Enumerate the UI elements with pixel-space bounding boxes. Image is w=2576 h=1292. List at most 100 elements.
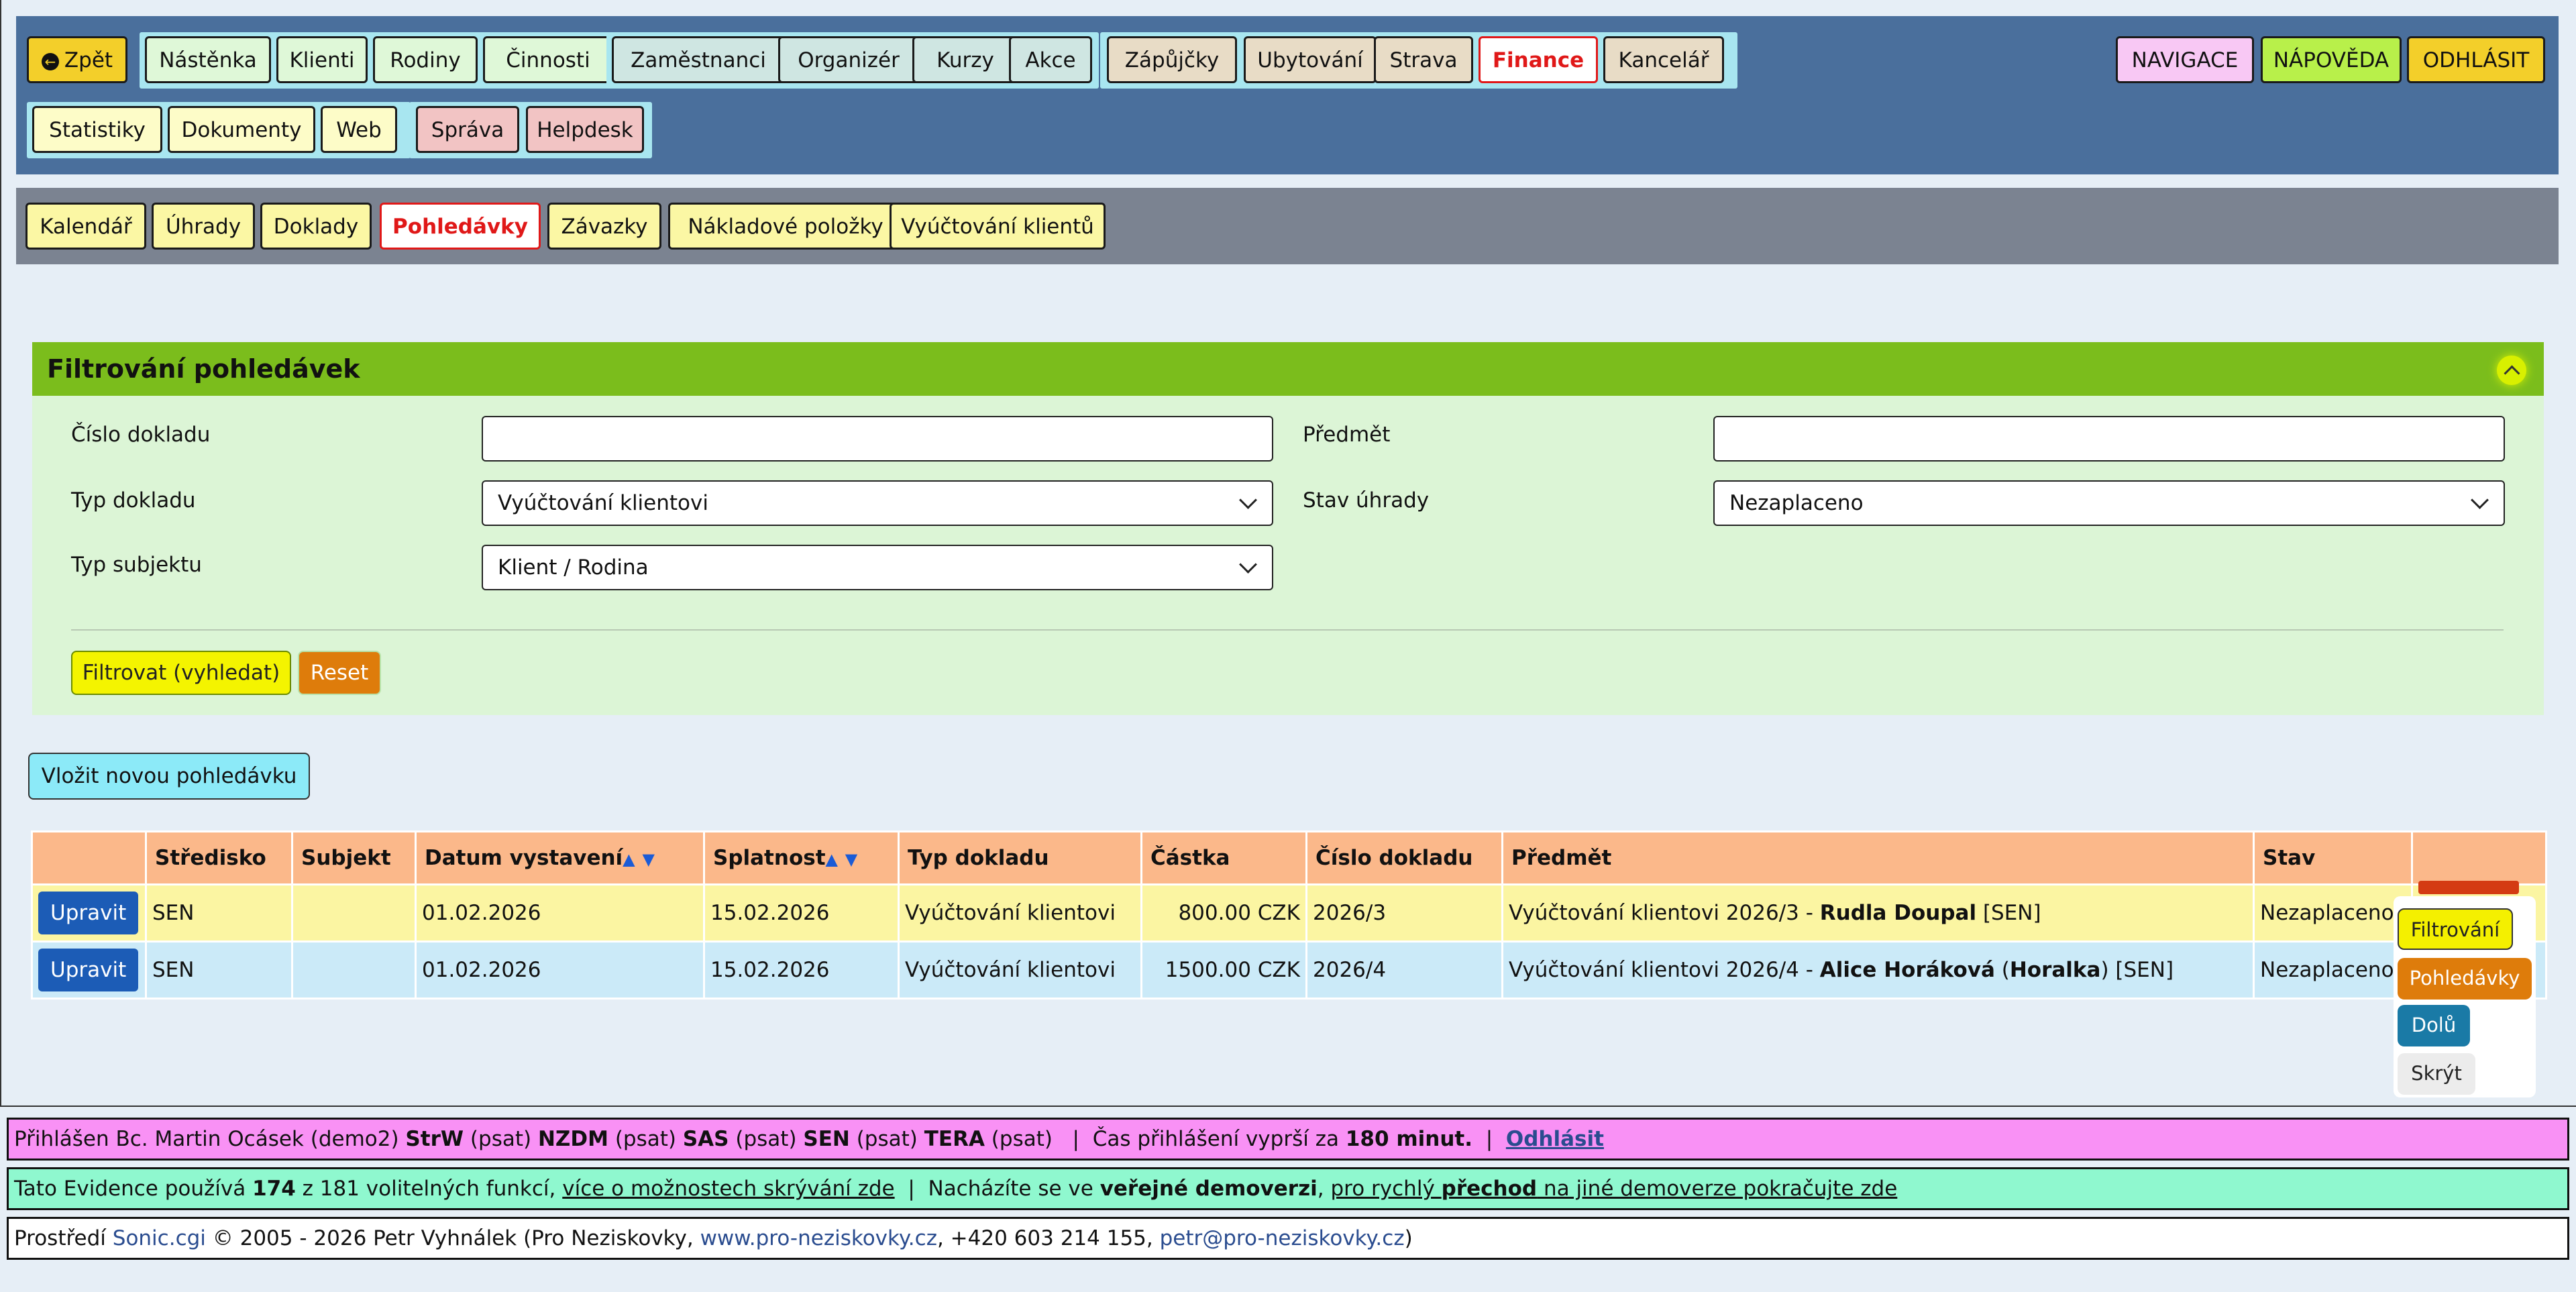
jump-filtrovani-button[interactable]: Filtrování [2398, 908, 2513, 950]
quick-jump-panel: Filtrování Pohledávky Dolů Skrýt [2394, 896, 2536, 1097]
nav-statistiky[interactable]: Statistiky [32, 106, 162, 153]
nav-akce[interactable]: Akce [1009, 36, 1092, 83]
nav-rodiny[interactable]: Rodiny [373, 36, 478, 83]
nav-zapujcky[interactable]: Zápůjčky [1107, 36, 1237, 83]
client-nickname: Horalka [2009, 958, 2101, 982]
nav-zamestnanci[interactable]: Zaměstnanci [612, 36, 785, 83]
logout-button[interactable]: ODHLÁSIT [2407, 36, 2545, 83]
nav-finance[interactable]: Finance [1479, 36, 1598, 83]
filter-header[interactable]: Filtrování pohledávek [32, 342, 2544, 396]
cell-typ: Vyúčtování klientovi [898, 940, 1142, 1000]
cell-typ: Vyúčtování klientovi [898, 883, 1142, 943]
col-header-splatnost[interactable]: Splatnost▲ ▼ [703, 830, 900, 885]
filter-divider [71, 629, 2504, 631]
nav-helpdesk[interactable]: Helpdesk [526, 106, 644, 153]
col-header-typ[interactable]: Typ dokladu [898, 830, 1142, 885]
nav-ubytovani[interactable]: Ubytování [1244, 36, 1377, 83]
back-button[interactable]: ← Zpět [27, 36, 127, 83]
stav-uhrady-select[interactable]: Nezaplaceno [1713, 480, 2505, 526]
demo-label: veřejné demoverzi [1099, 1177, 1318, 1201]
client-name: Rudla Doupal [1819, 901, 1977, 925]
copyright-text: © 2005 - 2026 Petr Vyhnálek (Pro Nezisko… [205, 1226, 700, 1250]
copyright-text: Prostředí [14, 1226, 113, 1250]
stav-uhrady-value: Nezaplaceno [1729, 491, 1864, 515]
chevron-down-icon [1239, 555, 1257, 574]
subnav-nakladove-polozky[interactable]: Nákladové položky [668, 203, 903, 250]
jump-pohledavky-button[interactable]: Pohledávky [2398, 958, 2532, 1000]
sort-asc-icon[interactable]: ▲ [623, 850, 635, 869]
nav-klienti[interactable]: Klienti [276, 36, 368, 83]
subnav-doklady[interactable]: Doklady [260, 203, 372, 250]
filter-reset-button[interactable]: Reset [298, 651, 381, 695]
edit-button[interactable]: Upravit [38, 892, 139, 934]
subnav-zavazky[interactable]: Závazky [547, 203, 661, 250]
footer-logout-link[interactable]: Odhlásit [1506, 1127, 1604, 1151]
nav-nastenka[interactable]: Nástěnka [145, 36, 271, 83]
col-header-cislo[interactable]: Číslo dokladu [1305, 830, 1503, 885]
col-header-stav[interactable]: Stav [2253, 830, 2413, 885]
cell-splatnost: 15.02.2026 [703, 883, 900, 943]
nav-strava[interactable]: Strava [1374, 36, 1473, 83]
typ-subjektu-label: Typ subjektu [71, 553, 202, 577]
nav-web[interactable]: Web [321, 106, 397, 153]
cell-predmet: Vyúčtování klientovi 2026/4 - Alice Horá… [1501, 940, 2255, 1000]
predmet-input[interactable] [1713, 416, 2505, 462]
login-status-bar: Přihlášen Bc. Martin Ocásek (demo2) StrW… [7, 1118, 2569, 1161]
nav-dokumenty[interactable]: Dokumenty [168, 106, 315, 153]
cislo-dokladu-input[interactable] [482, 416, 1273, 462]
features-count: 174 [252, 1177, 296, 1201]
unit-role: (psat) [984, 1127, 1059, 1151]
subnav-vyuctovani-klientu[interactable]: Vyúčtování klientů [890, 203, 1106, 250]
predmet-text: Vyúčtování klientovi 2026/3 - [1509, 901, 1820, 925]
table-header-row: Středisko Subjekt Datum vystavení▲ ▼ Spl… [31, 830, 2547, 885]
col-header-castka[interactable]: Částka [1140, 830, 1307, 885]
navigation-button[interactable]: NAVIGACE [2116, 36, 2254, 83]
col-header-subjekt[interactable]: Subjekt [291, 830, 417, 885]
col-header-stredisko[interactable]: Středisko [145, 830, 293, 885]
delete-button[interactable] [2418, 881, 2519, 894]
email-link[interactable]: petr@pro-neziskovky.cz [1160, 1226, 1405, 1250]
edit-button[interactable]: Upravit [38, 949, 139, 991]
col-header-predmet[interactable]: Předmět [1501, 830, 2255, 885]
website-link[interactable]: www.pro-neziskovky.cz [700, 1226, 937, 1250]
table-row: Upravit SEN 01.02.2026 15.02.2026 Vyúčto… [31, 940, 2547, 1000]
new-receivable-button[interactable]: Vložit novou pohledávku [28, 753, 310, 800]
typ-subjektu-value: Klient / Rodina [498, 555, 649, 580]
nav-kurzy[interactable]: Kurzy [912, 36, 1018, 83]
cell-stav: Nezaplaceno [2253, 883, 2413, 943]
copyright-bar: Prostředí Sonic.cgi © 2005 - 2026 Petr V… [7, 1217, 2569, 1260]
subnav-kalendar[interactable]: Kalendář [25, 203, 146, 250]
sort-desc-icon[interactable]: ▼ [845, 850, 857, 869]
nav-organizer[interactable]: Organizér [778, 36, 919, 83]
subnav-pohledavky[interactable]: Pohledávky [380, 203, 541, 250]
sort-desc-icon[interactable]: ▼ [642, 850, 654, 869]
other-demos-link[interactable]: pro rychlý přechod na jiné demoverze pok… [1330, 1177, 1897, 1201]
jump-down-button[interactable]: Dolů [2398, 1005, 2470, 1046]
typ-subjektu-select[interactable]: Klient / Rodina [482, 545, 1273, 590]
hiding-options-link[interactable]: více o možnostech skrývání zde [562, 1177, 894, 1201]
unit-code: TERA [924, 1127, 985, 1151]
unit-role: (psat) [464, 1127, 538, 1151]
nav-cinnosti[interactable]: Činnosti [483, 36, 613, 83]
cell-splatnost: 15.02.2026 [703, 940, 900, 1000]
filter-submit-button[interactable]: Filtrovat (vyhledat) [71, 651, 291, 695]
top-navigation: ← Zpět Nástěnka Klienti Rodiny Činnosti Z… [16, 16, 2559, 174]
sort-asc-icon[interactable]: ▲ [826, 850, 838, 869]
subnav-uhrady[interactable]: Úhrady [152, 203, 255, 250]
cell-stav: Nezaplaceno [2253, 940, 2413, 1000]
filter-panel: Filtrování pohledávek Číslo dokladu Před… [32, 342, 2544, 715]
nav-kancelar[interactable]: Kancelář [1603, 36, 1724, 83]
collapse-up-icon[interactable] [2497, 356, 2526, 385]
predmet-suffix: [SEN] [1976, 901, 2041, 925]
typ-dokladu-value: Vyúčtování klientovi [498, 491, 708, 515]
col-header-datum[interactable]: Datum vystavení▲ ▼ [415, 830, 705, 885]
info-text: | Nacházíte se ve [894, 1177, 1100, 1201]
nav-sprava[interactable]: Správa [416, 106, 519, 153]
link-text: pro rychlý [1330, 1177, 1442, 1201]
phone-text: , +420 603 214 155, [936, 1226, 1160, 1250]
sonic-link[interactable]: Sonic.cgi [113, 1226, 206, 1250]
hide-panel-button[interactable]: Skrýt [2398, 1053, 2475, 1095]
typ-dokladu-select[interactable]: Vyúčtování klientovi [482, 480, 1273, 526]
help-button[interactable]: NÁPOVĚDA [2261, 36, 2402, 83]
unit-role: (psat) [608, 1127, 683, 1151]
